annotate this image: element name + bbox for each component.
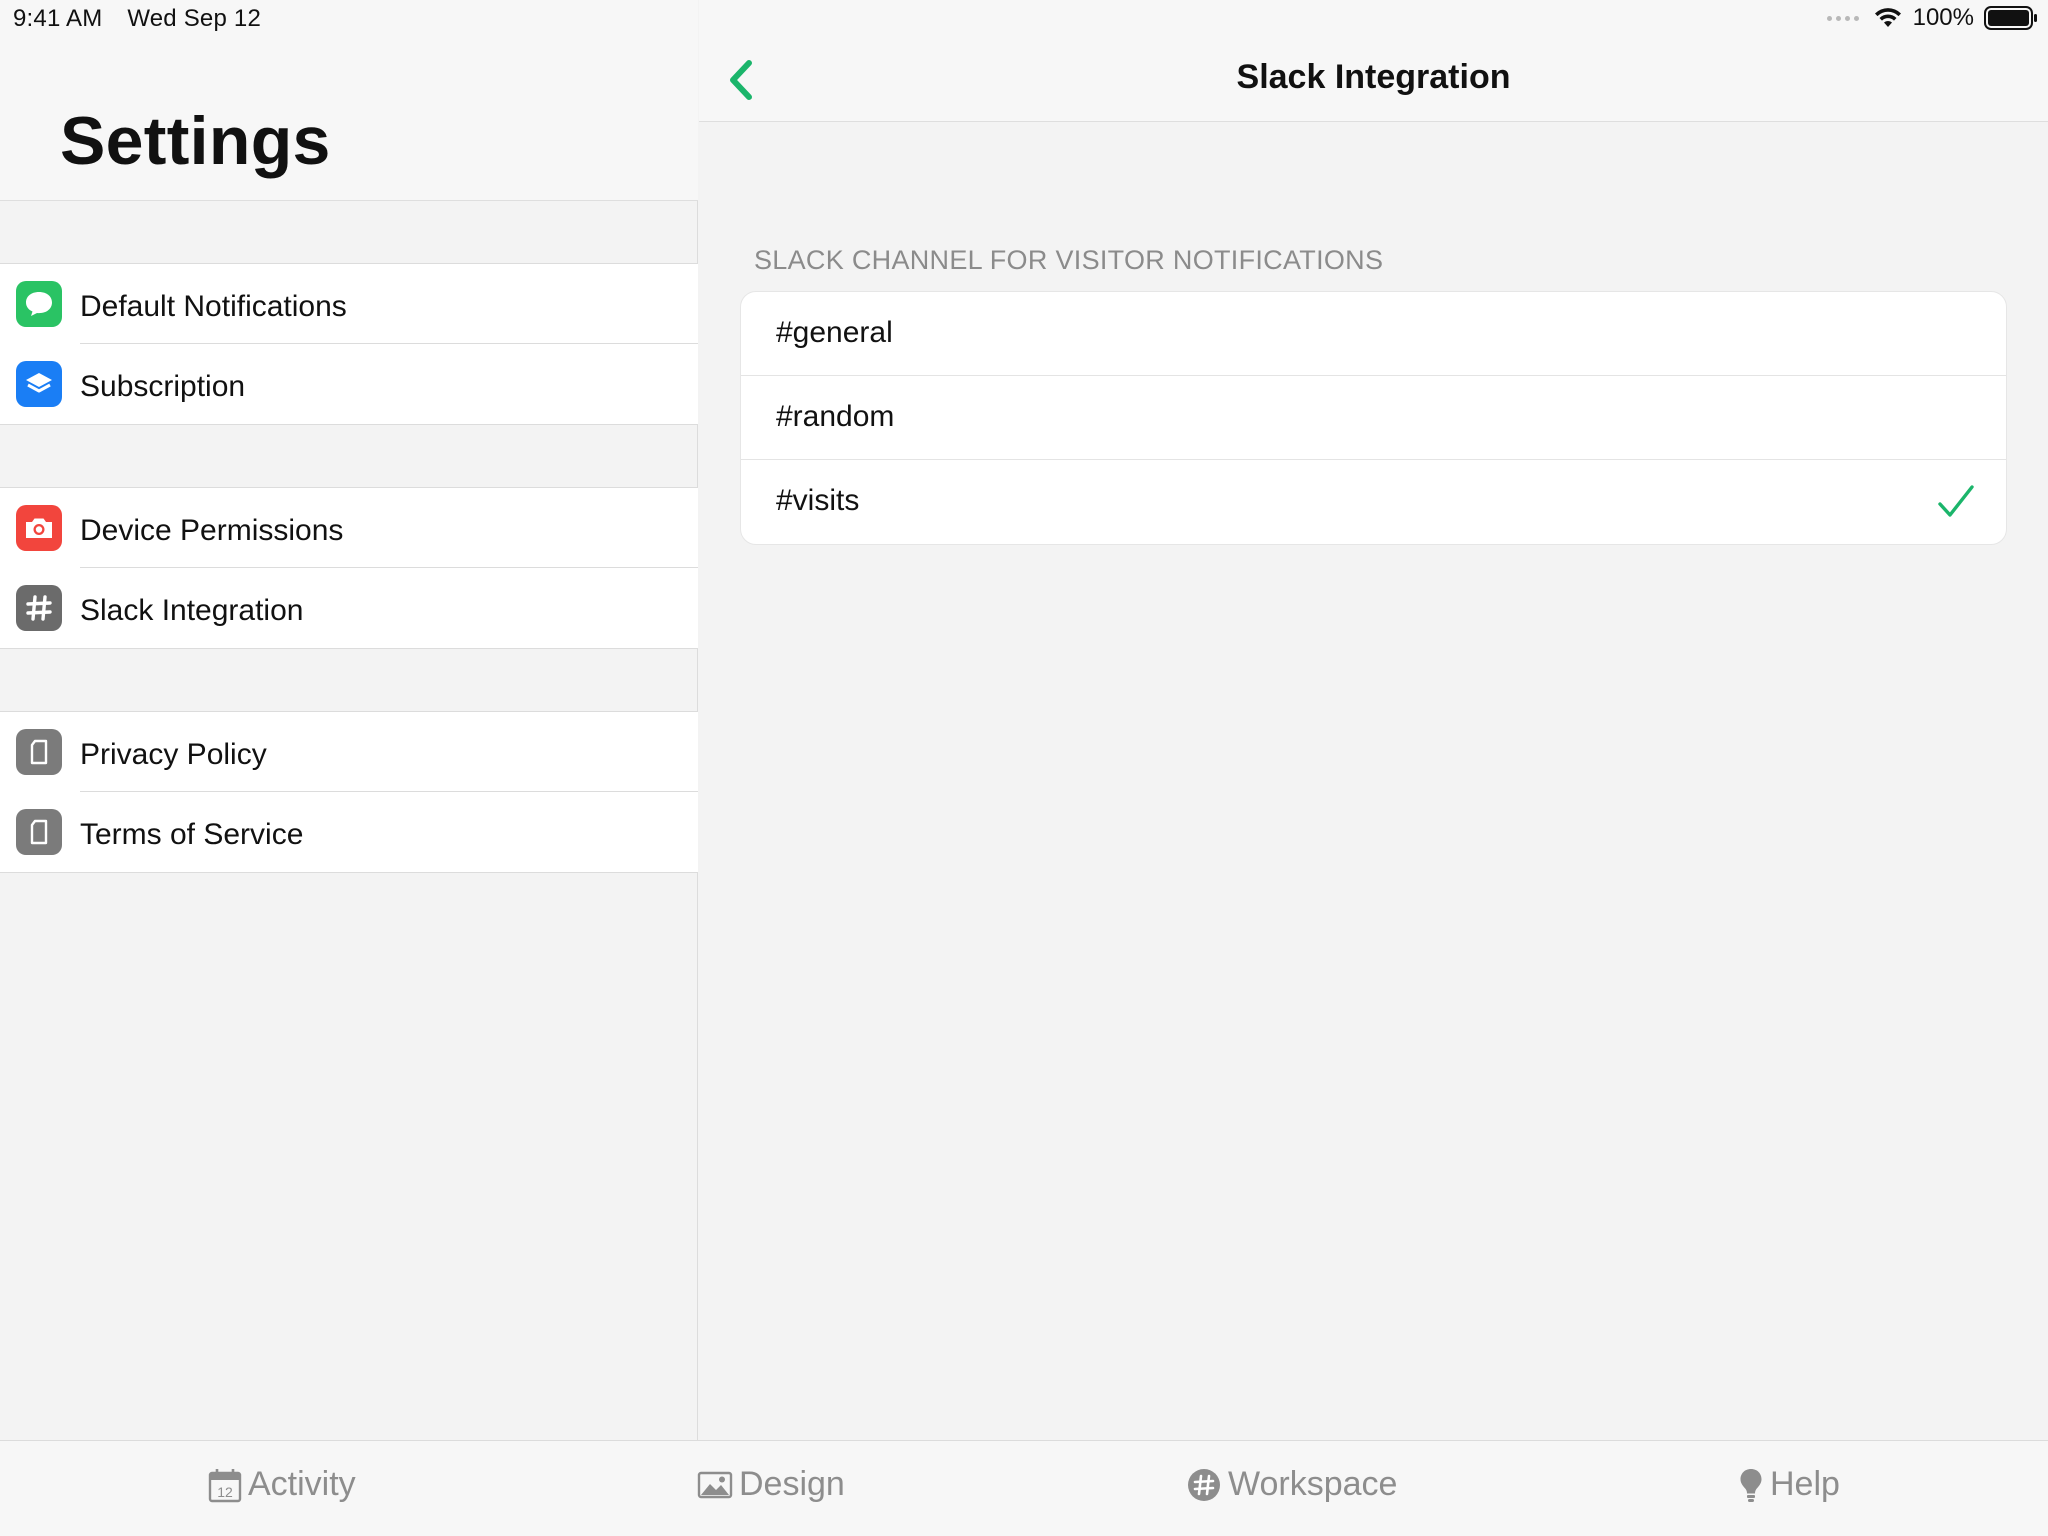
- channel-label: #random: [776, 400, 895, 433]
- tab-bar: 12 Activity Design Workspace Help: [0, 1440, 2048, 1536]
- channel-label: #general: [776, 316, 893, 349]
- tab-workspace[interactable]: Workspace: [1186, 1465, 1397, 1504]
- layers-icon: [16, 361, 62, 407]
- sidebar-item-label: Slack Integration: [80, 594, 304, 627]
- calendar-icon: 12: [208, 1468, 242, 1502]
- channel-label: #visits: [776, 484, 860, 517]
- document-icon: [16, 729, 62, 775]
- sidebar-item-subscription[interactable]: Subscription: [0, 344, 698, 424]
- sidebar-item-slack-integration[interactable]: Slack Integration: [0, 568, 698, 648]
- tab-label: Activity: [248, 1465, 356, 1503]
- status-right: 100%: [1826, 4, 2038, 32]
- camera-icon: [16, 505, 62, 551]
- image-icon: [697, 1471, 733, 1498]
- wifi-icon: [1874, 8, 1901, 27]
- status-date: Wed Sep 12: [127, 5, 261, 32]
- channel-list: #general #random #visits: [740, 291, 2007, 545]
- sidebar-item-terms-of-service[interactable]: Terms of Service: [0, 792, 698, 872]
- nav-title: Slack Integration: [1236, 58, 1511, 96]
- tab-activity[interactable]: 12 Activity: [208, 1465, 356, 1504]
- section-header: SLACK CHANNEL FOR VISITOR NOTIFICATIONS: [754, 245, 1384, 275]
- tab-design[interactable]: Design: [697, 1465, 845, 1504]
- document-icon: [16, 809, 62, 855]
- settings-sidebar: Settings Default Notifications Subscript…: [0, 0, 698, 1440]
- detail-pane: Slack Integration SLACK CHANNEL FOR VISI…: [699, 0, 2048, 1440]
- status-time: 9:41 AM: [13, 5, 103, 32]
- tab-label: Help: [1770, 1465, 1840, 1503]
- settings-group-device: Device Permissions Slack Integration: [0, 487, 698, 649]
- sidebar-item-label: Terms of Service: [80, 818, 304, 851]
- sidebar-item-device-permissions[interactable]: Device Permissions: [0, 488, 698, 568]
- message-bubble-icon: [16, 281, 62, 327]
- battery-icon: [1984, 6, 2037, 30]
- battery-percent: 100%: [1912, 4, 1974, 31]
- settings-group-general: Default Notifications Subscription: [0, 263, 698, 425]
- page-title: Settings: [60, 103, 331, 179]
- lightbulb-icon: [1740, 1468, 1762, 1502]
- tab-label: Design: [739, 1465, 845, 1503]
- sidebar-item-label: Device Permissions: [80, 514, 344, 547]
- settings-group-legal: Privacy Policy Terms of Service: [0, 711, 698, 873]
- sidebar-item-label: Subscription: [80, 370, 246, 403]
- calendar-day-text: 12: [217, 1484, 233, 1500]
- cellular-signal-icon: [1826, 15, 1859, 21]
- tab-help[interactable]: Help: [1738, 1465, 1840, 1504]
- channel-option-general[interactable]: #general: [741, 292, 2006, 376]
- hashtag-circle-icon: [1188, 1468, 1220, 1501]
- status-left: 9:41 AM Wed Sep 12: [13, 5, 279, 33]
- channel-option-random[interactable]: #random: [741, 376, 2006, 460]
- status-bar: 9:41 AM Wed Sep 12 100%: [0, 0, 2048, 40]
- checkmark-icon: [1938, 485, 1974, 517]
- sidebar-item-label: Default Notifications: [80, 290, 347, 323]
- hashtag-icon: [16, 585, 62, 631]
- tab-label: Workspace: [1228, 1465, 1398, 1503]
- sidebar-item-privacy-policy[interactable]: Privacy Policy: [0, 712, 698, 792]
- sidebar-item-label: Privacy Policy: [80, 738, 267, 771]
- sidebar-item-default-notifications[interactable]: Default Notifications: [0, 264, 698, 344]
- channel-option-visits[interactable]: #visits: [741, 460, 2006, 544]
- app-window: 9:41 AM Wed Sep 12 100% Settings Default…: [0, 0, 2048, 1536]
